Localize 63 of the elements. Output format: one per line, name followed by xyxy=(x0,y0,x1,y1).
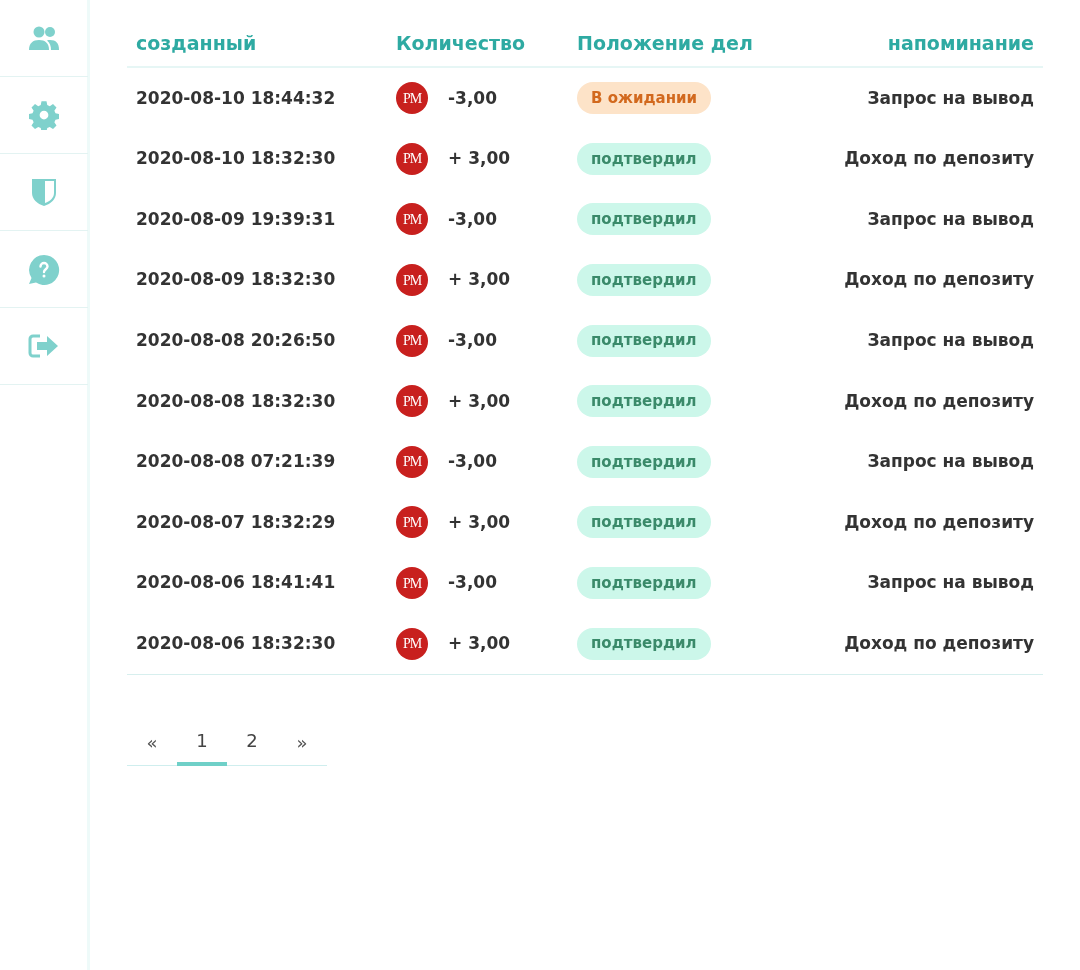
note-cell-text: Запрос на вывод xyxy=(867,328,1034,352)
date-cell-text: 2020-08-07 18:32:29 xyxy=(136,510,337,534)
currency-logo: PM xyxy=(396,567,428,600)
note-cell-text: Запрос на вывод xyxy=(867,86,1034,110)
status-badge: подтвердил xyxy=(577,506,711,539)
status-badge: подтвердил xyxy=(577,324,711,357)
note-cell-text: Запрос на вывод xyxy=(867,207,1034,231)
status-badge: подтвердил xyxy=(577,567,711,600)
next-page-link[interactable]: » xyxy=(277,719,327,766)
status-badge: подтвердил xyxy=(577,264,711,297)
amount-cell-text: + 3,00 xyxy=(448,510,511,534)
currency-logo: PM xyxy=(396,82,428,115)
amount-cell-text: + 3,00 xyxy=(448,389,511,413)
amount-cell-text: -3,00 xyxy=(448,86,497,110)
column-header: созданный xyxy=(136,30,258,56)
note-cell-text: Доход по депозиту xyxy=(844,631,1034,655)
status-badge: подтвердил xyxy=(577,203,711,236)
date-cell-text: 2020-08-09 18:32:30 xyxy=(136,268,337,292)
date-cell-text: 2020-08-08 20:26:50 xyxy=(136,328,337,352)
amount-cell-text: + 3,00 xyxy=(448,147,511,171)
currency-logo: PM xyxy=(396,203,428,236)
date-cell-text: 2020-08-08 07:21:39 xyxy=(136,450,337,474)
page-link[interactable]: 1 xyxy=(177,719,227,766)
currency-logo: PM xyxy=(396,385,428,418)
status-badge: подтвердил xyxy=(577,445,711,478)
currency-logo: PM xyxy=(396,445,428,478)
column-header: Количество xyxy=(396,30,527,56)
amount-cell-text: + 3,00 xyxy=(448,268,511,292)
note-cell-text: Запрос на вывод xyxy=(867,450,1034,474)
previous-page-link[interactable]: « xyxy=(127,719,177,766)
status-badge: подтвердил xyxy=(577,627,711,660)
currency-logo: PM xyxy=(396,506,428,539)
note-cell-text: Доход по депозиту xyxy=(844,268,1034,292)
date-cell-text: 2020-08-10 18:44:32 xyxy=(136,86,337,110)
amount-cell-text: -3,00 xyxy=(448,571,497,595)
note-cell-text: Доход по депозиту xyxy=(844,510,1034,534)
date-cell-text: 2020-08-06 18:41:41 xyxy=(136,571,337,595)
status-badge: подтвердил xyxy=(577,385,711,418)
help-icon xyxy=(28,253,60,285)
currency-logo: PM xyxy=(396,324,428,357)
status-badge: В ожидании xyxy=(577,82,712,115)
amount-cell-text: + 3,00 xyxy=(448,631,511,655)
currency-logo: PM xyxy=(396,264,428,297)
currency-logo: PM xyxy=(396,627,428,660)
amount-cell-text: -3,00 xyxy=(448,328,497,352)
amount-cell-text: -3,00 xyxy=(448,450,497,474)
note-cell-text: Доход по депозиту xyxy=(844,389,1034,413)
status-badge: подтвердил xyxy=(577,142,711,175)
settings-icon xyxy=(29,100,59,130)
date-cell-text: 2020-08-09 19:39:31 xyxy=(136,207,337,231)
date-cell-text: 2020-08-06 18:32:30 xyxy=(136,631,337,655)
column-header: напоминание xyxy=(887,30,1034,56)
column-header: Положение дел xyxy=(577,30,754,56)
currency-logo: PM xyxy=(396,142,428,175)
users-icon xyxy=(28,25,60,51)
shield-icon xyxy=(31,177,57,207)
note-cell-text: Запрос на вывод xyxy=(867,571,1034,595)
date-cell-text: 2020-08-10 18:32:30 xyxy=(136,147,337,171)
amount-cell-text: -3,00 xyxy=(448,207,497,231)
page-link[interactable]: 2 xyxy=(227,719,277,766)
logout-icon xyxy=(28,333,60,359)
note-cell-text: Доход по депозиту xyxy=(844,147,1034,171)
date-cell-text: 2020-08-08 18:32:30 xyxy=(136,389,337,413)
